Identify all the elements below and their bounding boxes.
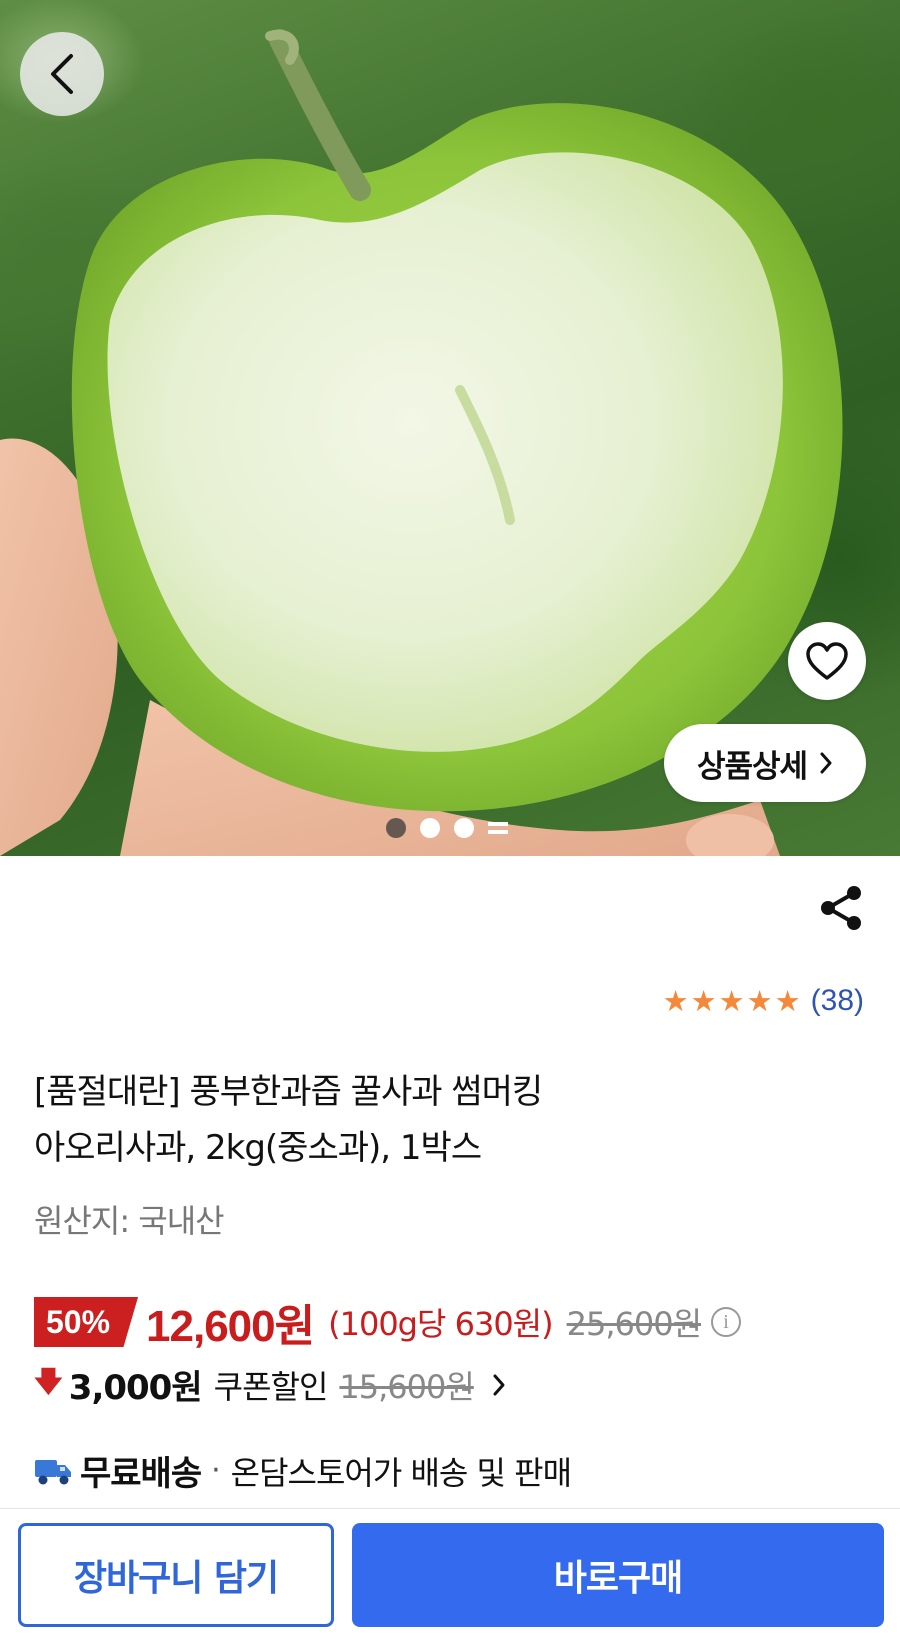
star-icon: ★: [662, 983, 689, 1018]
shipping-separator: ·: [211, 1453, 221, 1488]
back-button[interactable]: [20, 32, 104, 116]
share-icon: [821, 886, 861, 930]
star-rating: ★ ★ ★ ★ ★: [662, 983, 801, 1018]
gallery-more-icon[interactable]: [488, 822, 508, 834]
add-to-cart-button[interactable]: 장바구니 담기: [18, 1523, 334, 1627]
coupon-row[interactable]: 🡇 3,000원 쿠폰할인 15,600원: [34, 1360, 506, 1409]
coupon-label: 쿠폰할인: [213, 1367, 329, 1406]
shipping-row: 무료배송 · 온담스토어가 배송 및 판매: [34, 1446, 572, 1495]
product-detail-label: 상품상세: [696, 748, 808, 785]
coupon-amount: 3,000원: [68, 1368, 203, 1408]
gallery-dot-2[interactable]: [420, 818, 440, 838]
star-icon: ★: [746, 983, 773, 1018]
chevron-right-icon: [493, 1374, 505, 1395]
original-price: 25,600원: [566, 1305, 702, 1343]
truck-icon: [35, 1459, 71, 1484]
unit-price: (100g당 630원): [328, 1305, 553, 1343]
gallery-dot-3[interactable]: [454, 818, 474, 838]
free-shipping-label: 무료배송: [80, 1454, 202, 1494]
sale-price: 12,600원: [146, 1302, 315, 1351]
share-button[interactable]: [818, 884, 864, 932]
chevron-right-icon: [820, 752, 832, 774]
price-row: 50% 12,600원 (100g당 630원) 25,600원 i: [34, 1290, 742, 1354]
discount-badge: 50%: [34, 1297, 139, 1347]
product-origin: 원산지: 국내산: [34, 1202, 225, 1240]
product-title-line-1: [품절대란] 풍부한과즙 꿀사과 썸머킹: [34, 1072, 543, 1112]
star-icon: ★: [774, 983, 801, 1018]
info-icon[interactable]: i: [711, 1307, 742, 1337]
bottom-action-bar: 장바구니 담기 바로구매: [0, 1508, 900, 1644]
product-title: [품절대란] 풍부한과즙 꿀사과 썸머킹 아오리사과, 2kg(중소과), 1박…: [34, 1064, 854, 1176]
coupon-original-price: 15,600원: [339, 1367, 474, 1406]
star-icon: ★: [718, 983, 745, 1018]
chevron-left-icon: [51, 54, 73, 94]
favorite-button[interactable]: [788, 622, 866, 700]
gallery-dot-1[interactable]: [386, 818, 406, 838]
rating-summary[interactable]: ★ ★ ★ ★ ★ (38): [663, 984, 864, 1018]
product-detail-button[interactable]: 상품상세: [664, 724, 866, 802]
product-title-line-2: 아오리사과, 2kg(중소과), 1박스: [34, 1128, 482, 1168]
shipping-description: 온담스토어가 배송 및 판매: [230, 1453, 572, 1492]
buy-now-button[interactable]: 바로구매: [352, 1523, 884, 1627]
arrow-down-icon: 🡇: [34, 1364, 63, 1398]
star-icon: ★: [690, 983, 717, 1018]
gallery-pagination[interactable]: [386, 818, 508, 838]
product-image[interactable]: 상품상세: [0, 0, 900, 856]
review-count[interactable]: (38): [811, 984, 864, 1018]
heart-outline-icon: [806, 642, 848, 680]
